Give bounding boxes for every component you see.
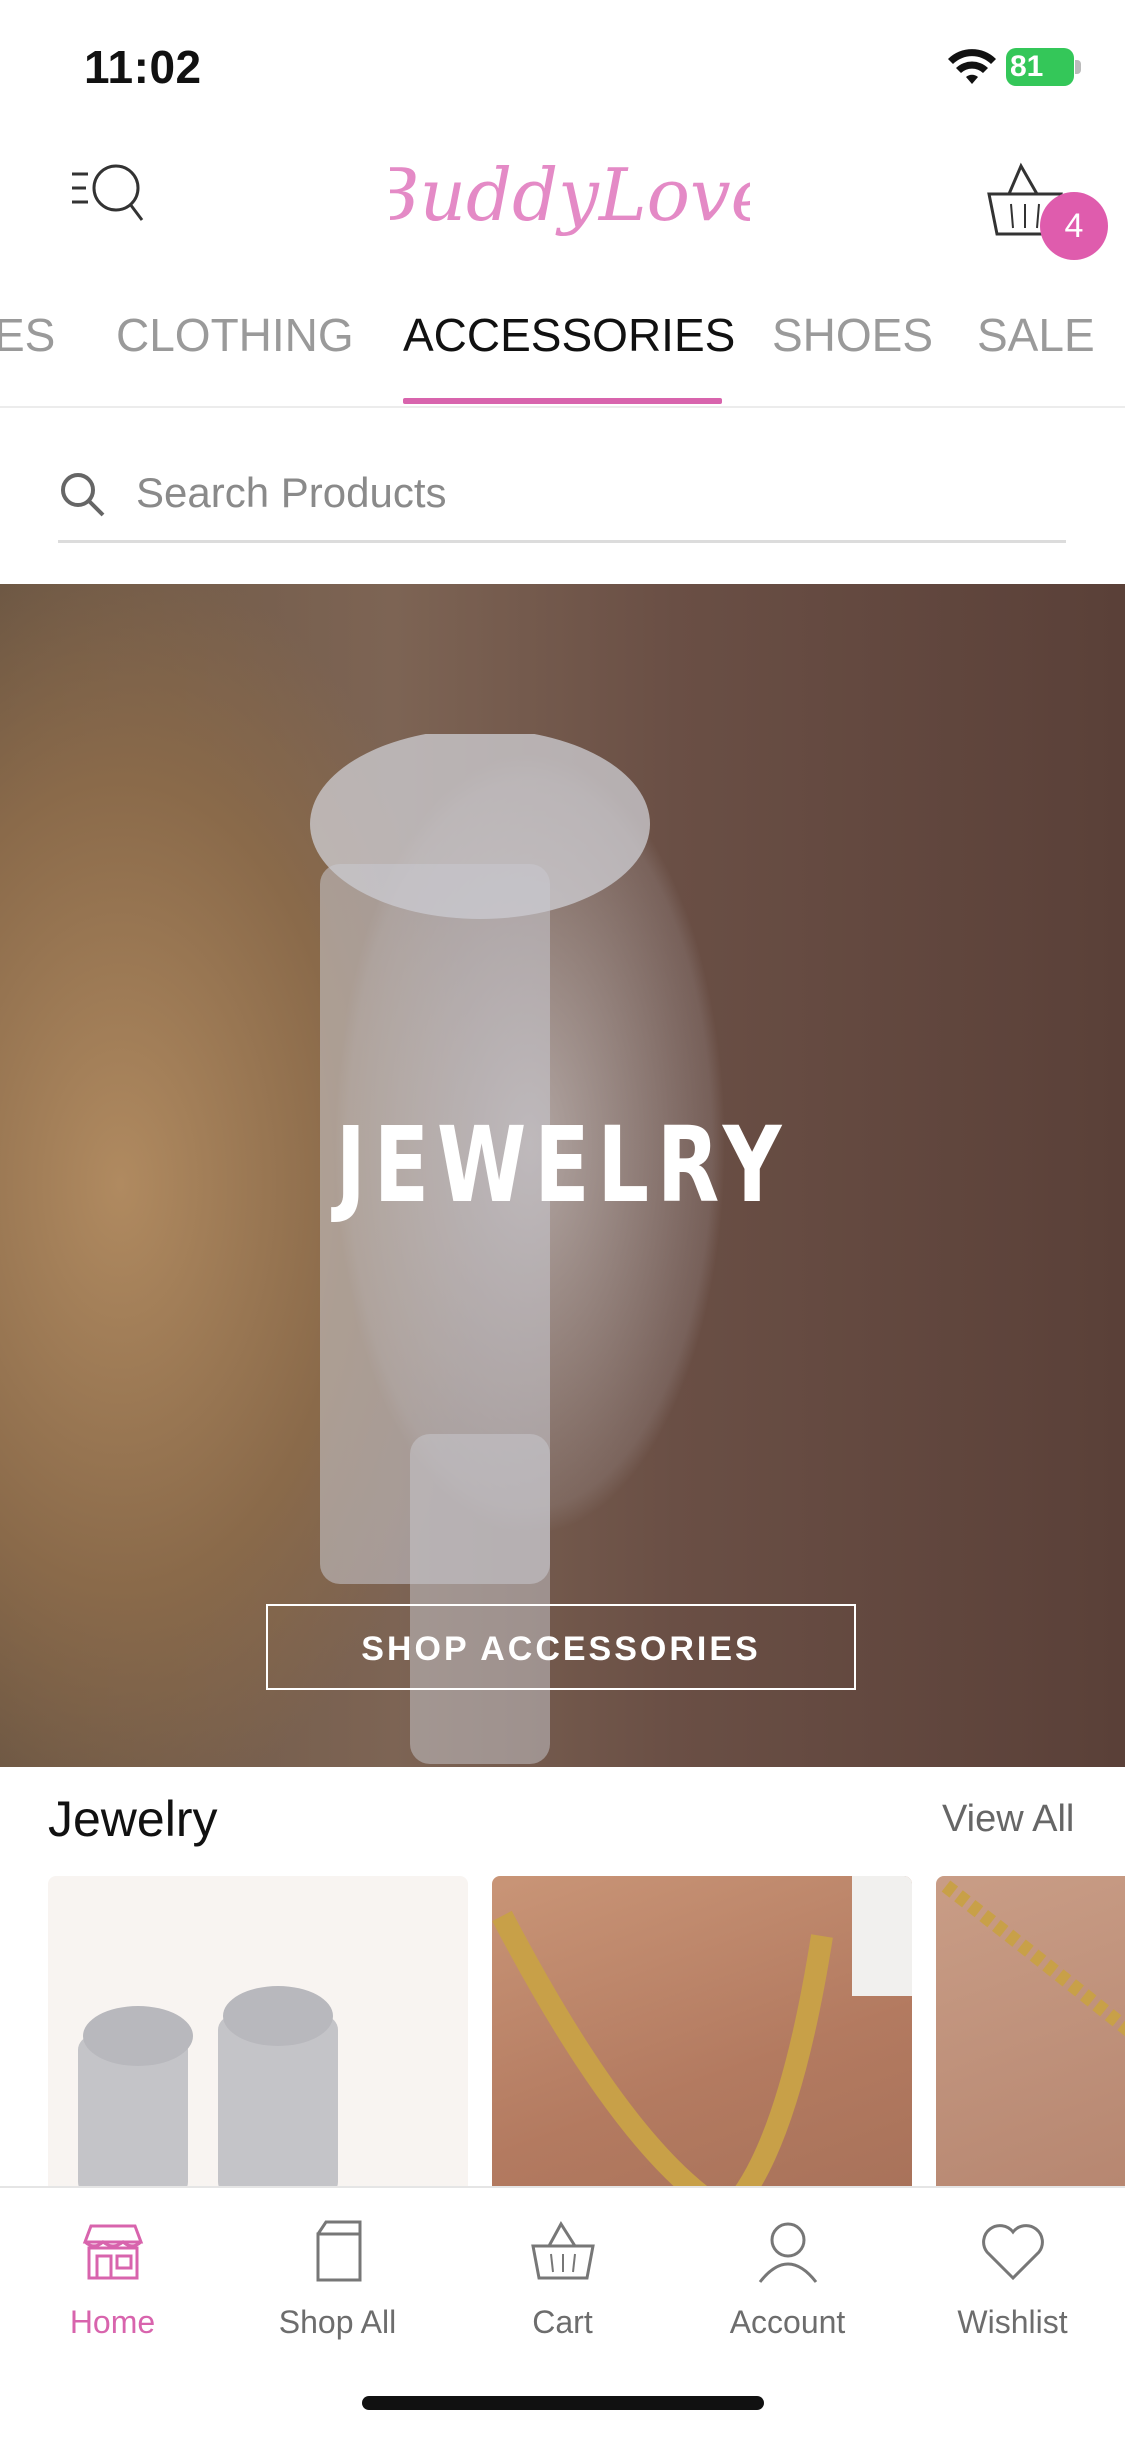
user-icon bbox=[758, 2222, 817, 2283]
tab-sale[interactable]: SALE bbox=[977, 308, 1095, 362]
nav-label: Shop All bbox=[278, 2304, 397, 2340]
section-title: Jewelry bbox=[48, 1791, 218, 1847]
tab-clothing[interactable]: CLOTHING bbox=[116, 308, 354, 362]
hero-banner[interactable]: JEWELRY SHOP ACCESSORIES bbox=[0, 584, 1125, 1767]
product-image bbox=[941, 1880, 1125, 2037]
active-tab-indicator bbox=[403, 398, 722, 404]
nav-label: Wishlist bbox=[957, 2304, 1068, 2340]
product-card[interactable] bbox=[492, 1876, 912, 2196]
nav-home[interactable]: Home bbox=[0, 2216, 225, 2341]
battery-icon: 81 bbox=[1006, 48, 1082, 86]
status-time: 11:02 bbox=[84, 41, 202, 93]
nav-label: Home bbox=[69, 2304, 156, 2340]
search-input[interactable] bbox=[136, 458, 1036, 528]
search-icon bbox=[61, 473, 105, 517]
brand-logo[interactable]: BuddyLove bbox=[390, 120, 750, 270]
search-bar bbox=[58, 450, 1066, 543]
product-card[interactable] bbox=[48, 1876, 468, 2196]
nav-shop-all[interactable]: Shop All bbox=[225, 2216, 450, 2341]
view-all-link[interactable]: View All bbox=[942, 1798, 1074, 1841]
store-icon bbox=[82, 2224, 143, 2280]
battery-level: 81 bbox=[1010, 50, 1044, 83]
home-indicator bbox=[362, 2396, 764, 2410]
category-tabs: ES CLOTHING ACCESSORIES SHOES SALE bbox=[0, 300, 1125, 408]
product-image bbox=[492, 1876, 912, 2196]
bag-icon bbox=[316, 2220, 361, 2282]
nav-label: Account bbox=[729, 2304, 846, 2340]
nav-cart[interactable]: Cart bbox=[450, 2216, 675, 2341]
shop-accessories-button[interactable]: SHOP ACCESSORIES bbox=[266, 1604, 856, 1690]
logo-text: BuddyLove bbox=[390, 153, 750, 237]
status-bar: 11:02 81 bbox=[0, 0, 1125, 120]
nav-account[interactable]: Account bbox=[675, 2216, 900, 2341]
hero-title: JEWELRY bbox=[335, 1104, 790, 1226]
heart-icon bbox=[981, 2224, 1044, 2281]
product-image bbox=[78, 1986, 338, 2196]
tab-shoes[interactable]: SHOES bbox=[772, 308, 933, 362]
nav-wishlist[interactable]: Wishlist bbox=[900, 2216, 1125, 2341]
tab-shoes-partial[interactable]: ES bbox=[0, 308, 55, 362]
menu-search-icon[interactable] bbox=[70, 160, 150, 230]
wifi-icon bbox=[948, 49, 996, 84]
nav-label: Cart bbox=[532, 2304, 593, 2340]
cart-count-badge: 4 bbox=[1040, 192, 1108, 260]
product-card[interactable] bbox=[936, 1876, 1125, 2196]
tab-accessories[interactable]: ACCESSORIES bbox=[403, 308, 735, 362]
basket-icon bbox=[530, 2221, 595, 2280]
